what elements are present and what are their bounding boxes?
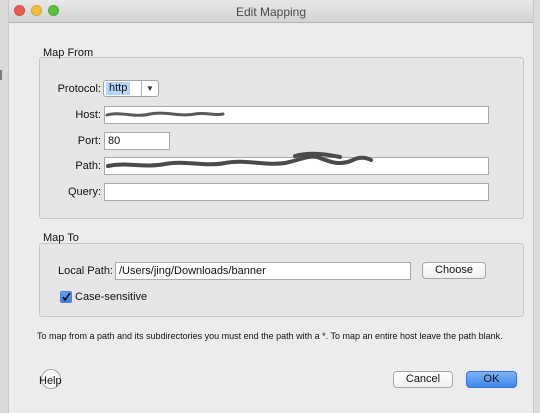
checkmark-icon — [62, 292, 71, 302]
cancel-button[interactable]: Cancel — [393, 371, 453, 388]
redaction-scribble-host — [105, 111, 225, 117]
protocol-selected-value: http — [106, 82, 131, 95]
title-bar: Edit Mapping — [9, 0, 533, 23]
case-sensitive-label: Case-sensitive — [75, 291, 148, 303]
chevron-down-icon: ▼ — [141, 81, 158, 96]
port-label: Port: — [77, 135, 101, 147]
help-label: Help — [39, 375, 62, 387]
choose-button[interactable]: Choose — [422, 262, 486, 279]
path-label: Path: — [75, 160, 101, 172]
redaction-scribble-path — [106, 151, 373, 168]
map-from-title: Map From — [43, 47, 94, 59]
background-window-marker — [0, 70, 2, 80]
mapping-hint-text: To map from a path and its subdirectorie… — [37, 331, 503, 341]
window-title: Edit Mapping — [235, 5, 307, 19]
map-to-group — [39, 243, 524, 317]
host-label: Host: — [75, 109, 101, 121]
query-label: Query: — [67, 186, 101, 198]
local-path-input[interactable]: /Users/jing/Downloads/banner — [115, 262, 411, 280]
map-to-title: Map To — [43, 232, 79, 244]
query-input[interactable] — [104, 183, 489, 201]
background-window-edge — [0, 0, 8, 413]
local-path-label: Local Path: — [57, 265, 113, 277]
case-sensitive-checkbox[interactable] — [60, 291, 72, 303]
protocol-select[interactable]: http ▼ — [103, 80, 159, 97]
edit-mapping-dialog: Edit Mapping Map From Protocol: http ▼ H… — [8, 0, 534, 413]
protocol-label: Protocol: — [57, 83, 101, 95]
ok-button[interactable]: OK — [466, 371, 517, 388]
